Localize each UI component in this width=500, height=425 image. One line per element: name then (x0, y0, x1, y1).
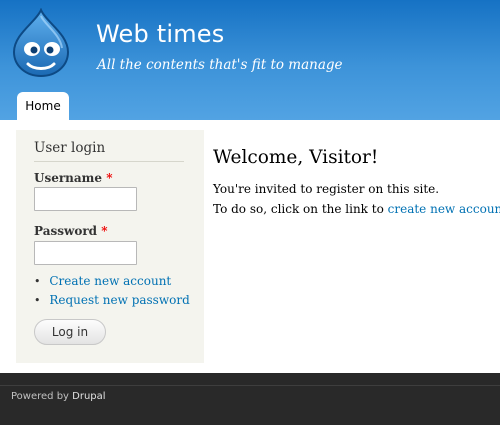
required-mark: * (106, 171, 113, 185)
login-button[interactable]: Log in (34, 319, 106, 345)
powered-by: Powered by Drupal (11, 391, 106, 402)
user-login-block: User login Username * Password * Create … (16, 130, 204, 363)
block-title: User login (34, 140, 184, 162)
drupal-link[interactable]: Drupal (72, 391, 105, 402)
list-item: Create new account (34, 272, 190, 291)
login-links: Create new account Request new password (34, 272, 190, 310)
site-name[interactable]: Web times (96, 20, 224, 48)
drupal-logo-icon[interactable] (10, 8, 72, 78)
username-label-text: Username (34, 171, 103, 185)
welcome-text: You're invited to register on this site. (213, 182, 440, 196)
register-text: To do so, click on the link to create ne… (213, 202, 500, 216)
required-mark: * (101, 224, 108, 238)
password-label: Password * (34, 224, 108, 238)
powered-by-prefix: Powered by (11, 391, 73, 402)
username-input[interactable] (34, 187, 137, 211)
site-footer: Powered by Drupal (0, 373, 500, 425)
tab-home[interactable]: Home (17, 92, 69, 120)
footer-divider (0, 385, 500, 386)
username-label: Username * (34, 171, 112, 185)
site-header: Web times All the contents that's fit to… (0, 0, 500, 120)
create-new-account-link[interactable]: create new account (388, 202, 500, 216)
register-text-prefix: To do so, click on the link to (213, 202, 388, 216)
password-input[interactable] (34, 241, 137, 265)
site-slogan: All the contents that's fit to manage (97, 57, 343, 73)
create-account-link[interactable]: Create new account (49, 274, 171, 288)
request-password-link[interactable]: Request new password (49, 293, 189, 307)
password-label-text: Password (34, 224, 98, 238)
page-title: Welcome, Visitor! (213, 147, 379, 168)
list-item: Request new password (34, 291, 189, 310)
